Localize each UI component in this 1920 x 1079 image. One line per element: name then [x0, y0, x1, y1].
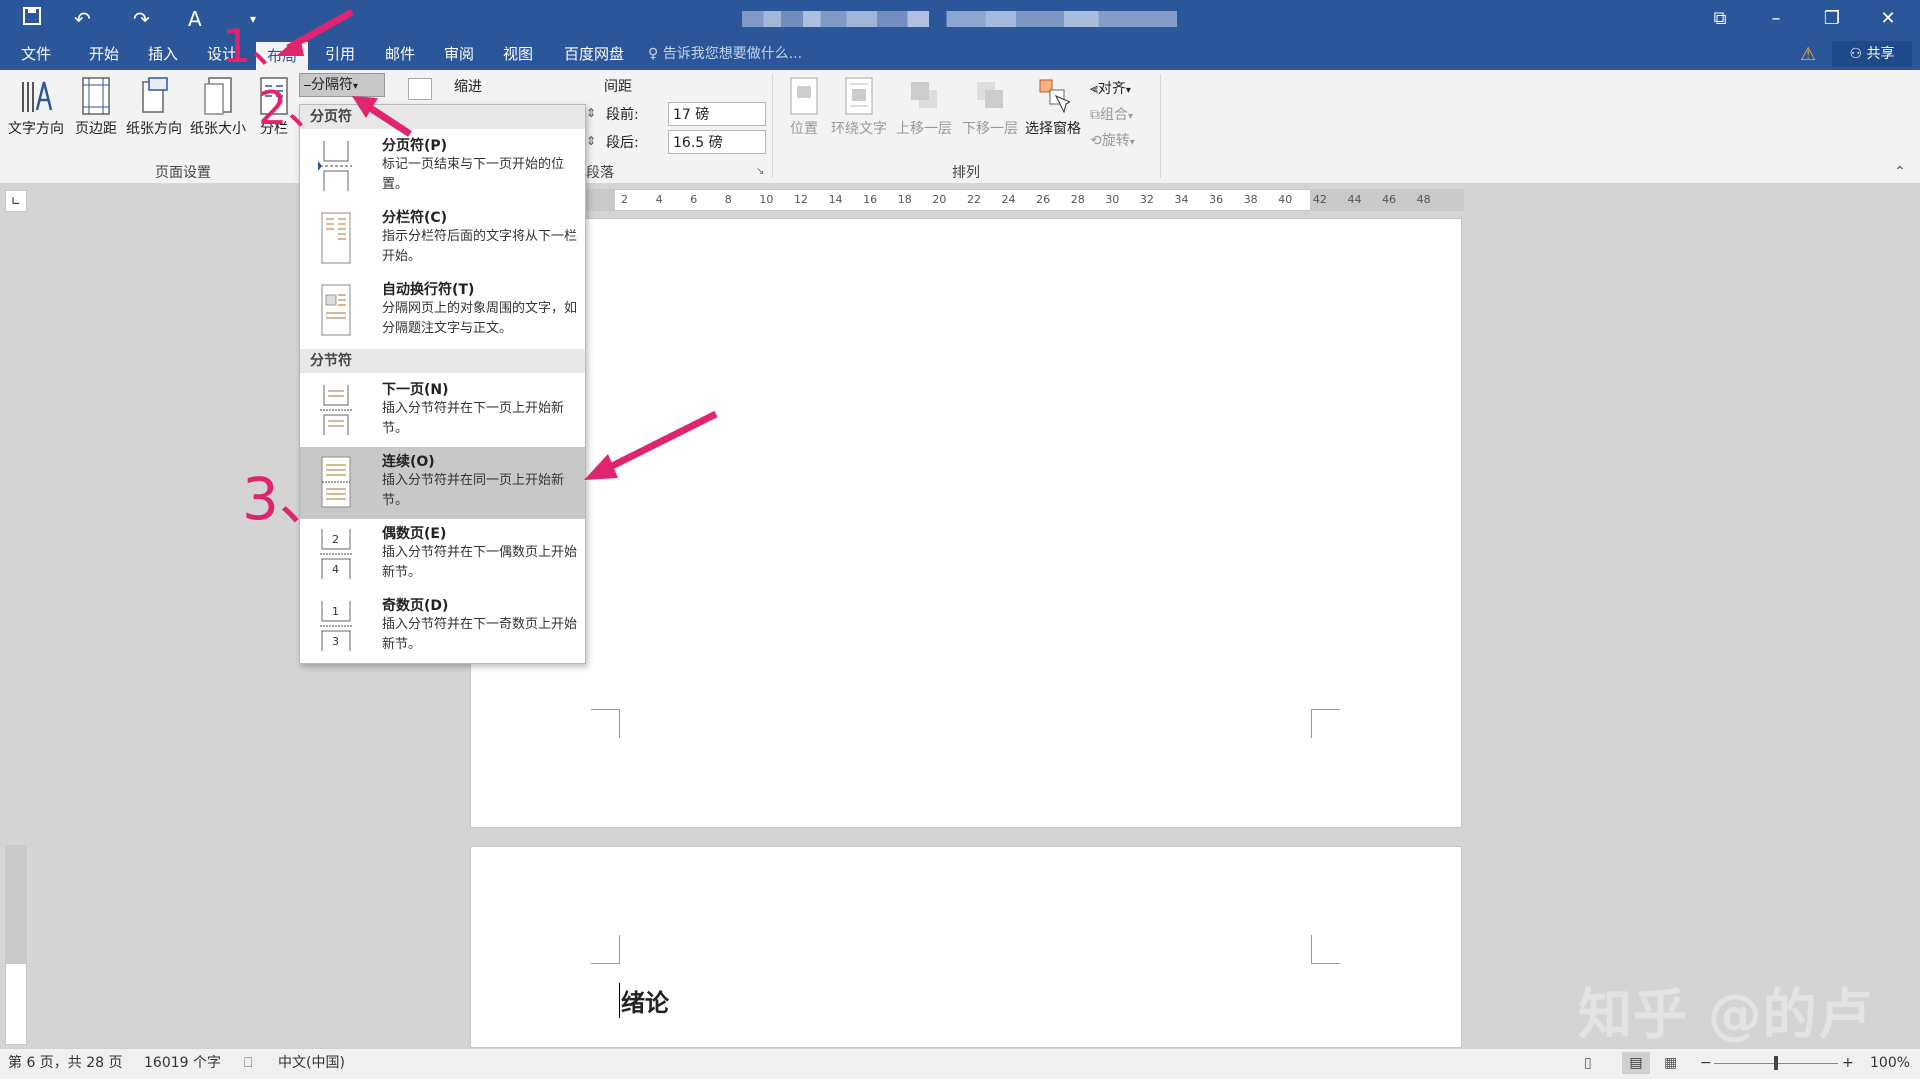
- status-bar: 第 6 页，共 28 页 16019 个字 ⎕ 中文(中国) ▯ ▤ ▦ − +…: [0, 1048, 1920, 1079]
- word-count[interactable]: 16019 个字: [144, 1049, 221, 1077]
- page-count[interactable]: 第 6 页，共 28 页: [8, 1049, 123, 1077]
- language-indicator[interactable]: 中文(中国): [278, 1049, 345, 1077]
- zoom-in-icon[interactable]: +: [1842, 1049, 1854, 1077]
- proofing-icon[interactable]: ⎕: [244, 1049, 252, 1077]
- print-layout-icon[interactable]: ▤: [1622, 1052, 1650, 1074]
- web-layout-icon[interactable]: ▦: [1664, 1049, 1677, 1077]
- arrow-to-continuous: [602, 410, 718, 474]
- read-mode-icon[interactable]: ▯: [1584, 1049, 1592, 1077]
- zoom-slider-thumb[interactable]: [1774, 1056, 1778, 1070]
- arrow-head: [584, 454, 618, 480]
- zoom-out-icon[interactable]: −: [1700, 1049, 1712, 1077]
- zoom-level[interactable]: 100%: [1870, 1049, 1910, 1077]
- arrow-head: [276, 36, 304, 56]
- annotation-arrows: [276, 8, 718, 480]
